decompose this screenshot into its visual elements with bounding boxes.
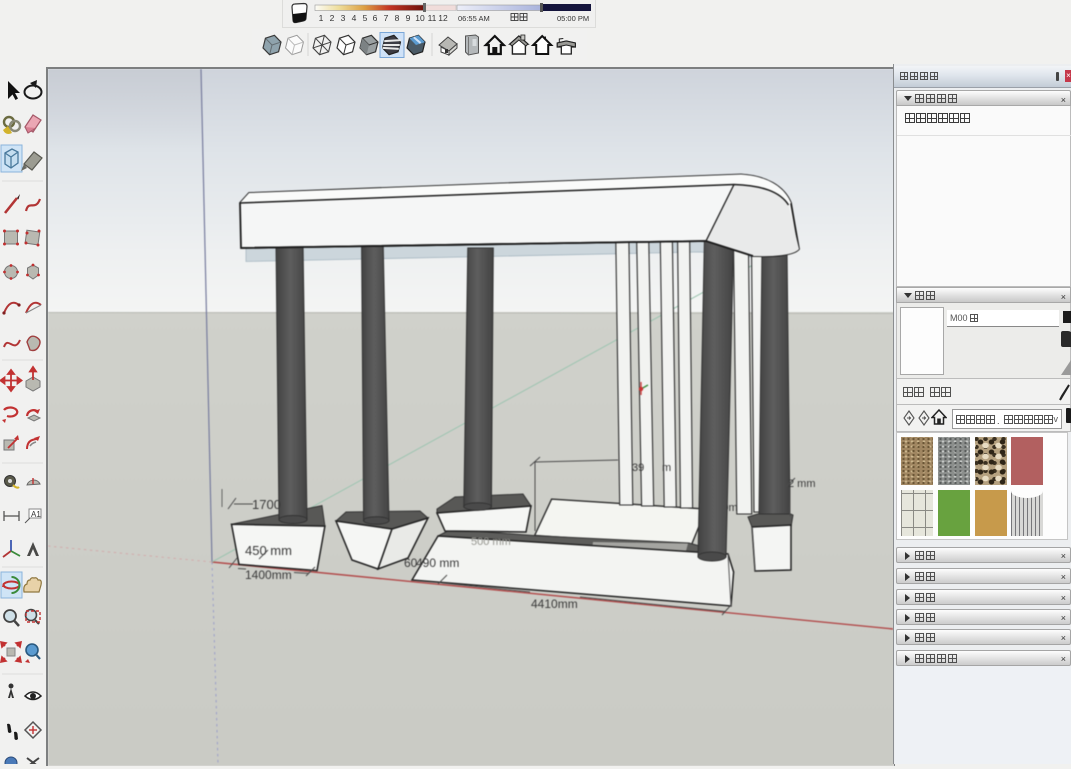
svg-text:9: 9	[406, 13, 411, 23]
svg-text:10: 10	[415, 13, 425, 23]
svg-text:3: 3	[341, 13, 346, 23]
svg-text:12: 12	[438, 13, 448, 23]
svg-text:39: 39	[632, 462, 644, 474]
svg-text:2: 2	[330, 13, 335, 23]
svg-text:m: m	[662, 462, 671, 474]
svg-text:500 mm: 500 mm	[471, 536, 511, 548]
svg-text:2 mm: 2 mm	[788, 478, 816, 490]
svg-text:450 mm: 450 mm	[245, 543, 292, 558]
svg-text:06:55 AM: 06:55 AM	[458, 14, 490, 23]
svg-text:4: 4	[352, 13, 357, 23]
svg-text:5: 5	[363, 13, 368, 23]
svg-text:A1: A1	[31, 510, 41, 519]
svg-text:4410mm: 4410mm	[531, 597, 578, 611]
svg-text:6: 6	[373, 13, 378, 23]
svg-text:1700: 1700	[252, 497, 281, 512]
svg-text:8: 8	[395, 13, 400, 23]
svg-text:490 mm: 490 mm	[416, 556, 459, 570]
svg-text:05:00 PM: 05:00 PM	[557, 14, 589, 23]
svg-text:11: 11	[428, 13, 437, 23]
svg-text:7: 7	[384, 13, 389, 23]
svg-text:1400mm: 1400mm	[245, 568, 292, 582]
svg-text:1: 1	[319, 13, 324, 23]
